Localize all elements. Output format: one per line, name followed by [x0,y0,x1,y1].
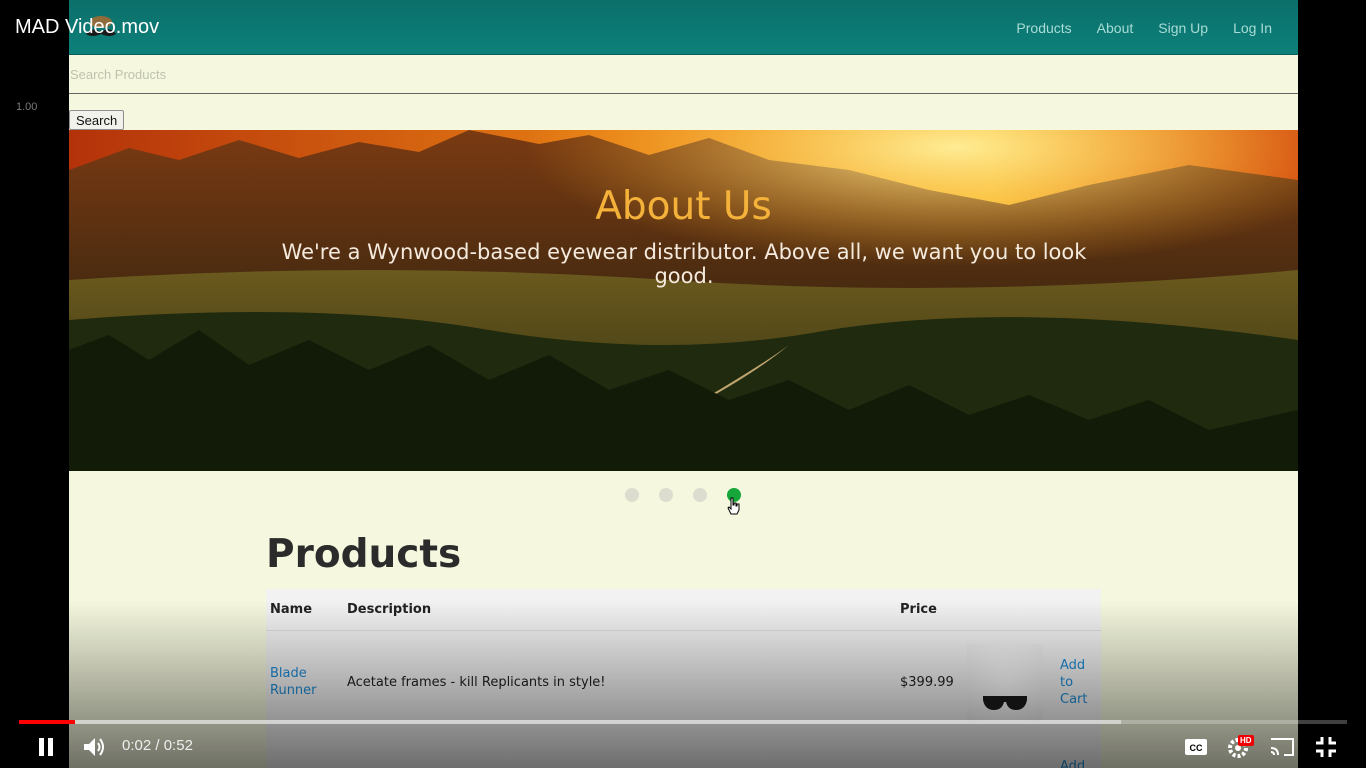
hero-carousel: About Us We're a Wynwood-based eyewear d… [69,130,1298,471]
products-heading: Products [266,532,462,577]
add-to-cart-link[interactable]: Add to Cart [1060,657,1096,708]
nav-login-link[interactable]: Log In [1233,20,1272,36]
products-table: Name Description Price Blade Runner Acet… [266,589,1101,768]
svg-text:CC: CC [1190,743,1203,753]
pause-icon [39,738,53,756]
played-bar [19,720,75,724]
cast-button[interactable] [1268,734,1296,760]
buffered-bar [19,720,1122,724]
column-header-name: Name [270,602,313,617]
nav-products-link[interactable]: Products [1016,20,1071,36]
exit-fullscreen-button[interactable] [1314,734,1338,760]
time-separator: / [151,737,164,754]
nav-about-link[interactable]: About [1097,20,1134,36]
volume-icon [84,738,104,756]
nav-signup-link[interactable]: Sign Up [1158,20,1208,36]
carousel-dot-3[interactable] [693,488,707,502]
exit-fullscreen-icon [1316,737,1336,757]
volume-button[interactable] [82,734,108,760]
playback-speed-label: 1.00 [16,101,38,113]
product-image [967,644,1043,724]
carousel-dot-1[interactable] [625,488,639,502]
product-price: $399.99 [900,675,954,690]
video-title: MAD Video.mov [15,16,160,38]
hd-badge: HD [1238,735,1254,746]
site-navbar: Products About Sign Up Log In [69,0,1298,55]
hero-subtitle: We're a Wynwood-based eyewear distributo… [281,240,1087,288]
table-header-divider [266,630,1101,631]
seek-bar[interactable] [19,720,1347,724]
search-button[interactable]: Search [69,110,125,130]
settings-button[interactable]: HD [1226,734,1256,760]
product-name-link[interactable]: Blade Runner [270,665,330,699]
sunglasses-icon [983,696,1027,710]
search-bar [69,55,1298,94]
cast-icon [1270,738,1294,756]
hand-cursor-icon [727,497,740,515]
column-header-description: Description [347,602,432,617]
nav-links: Products About Sign Up Log In [1016,0,1272,55]
closed-captions-icon: CC [1185,739,1207,755]
carousel-dot-2[interactable] [659,488,673,502]
search-products-input[interactable] [69,55,1298,93]
current-time: 0:02 [122,737,152,754]
product-description: Acetate frames - kill Replicants in styl… [347,675,606,690]
landscape-image [69,130,1298,471]
video-frame: Products About Sign Up Log In Search Pro… [69,0,1298,768]
pause-button[interactable] [36,734,56,760]
time-display: 0:02 / 0:52 [122,737,193,754]
add-to-cart-link-partial[interactable]: Add [1060,759,1085,768]
carousel-indicators [625,488,741,502]
captions-button[interactable]: CC [1184,734,1208,760]
column-header-price: Price [900,602,937,617]
hero-title: About Us [595,184,772,229]
total-time: 0:52 [163,737,193,754]
